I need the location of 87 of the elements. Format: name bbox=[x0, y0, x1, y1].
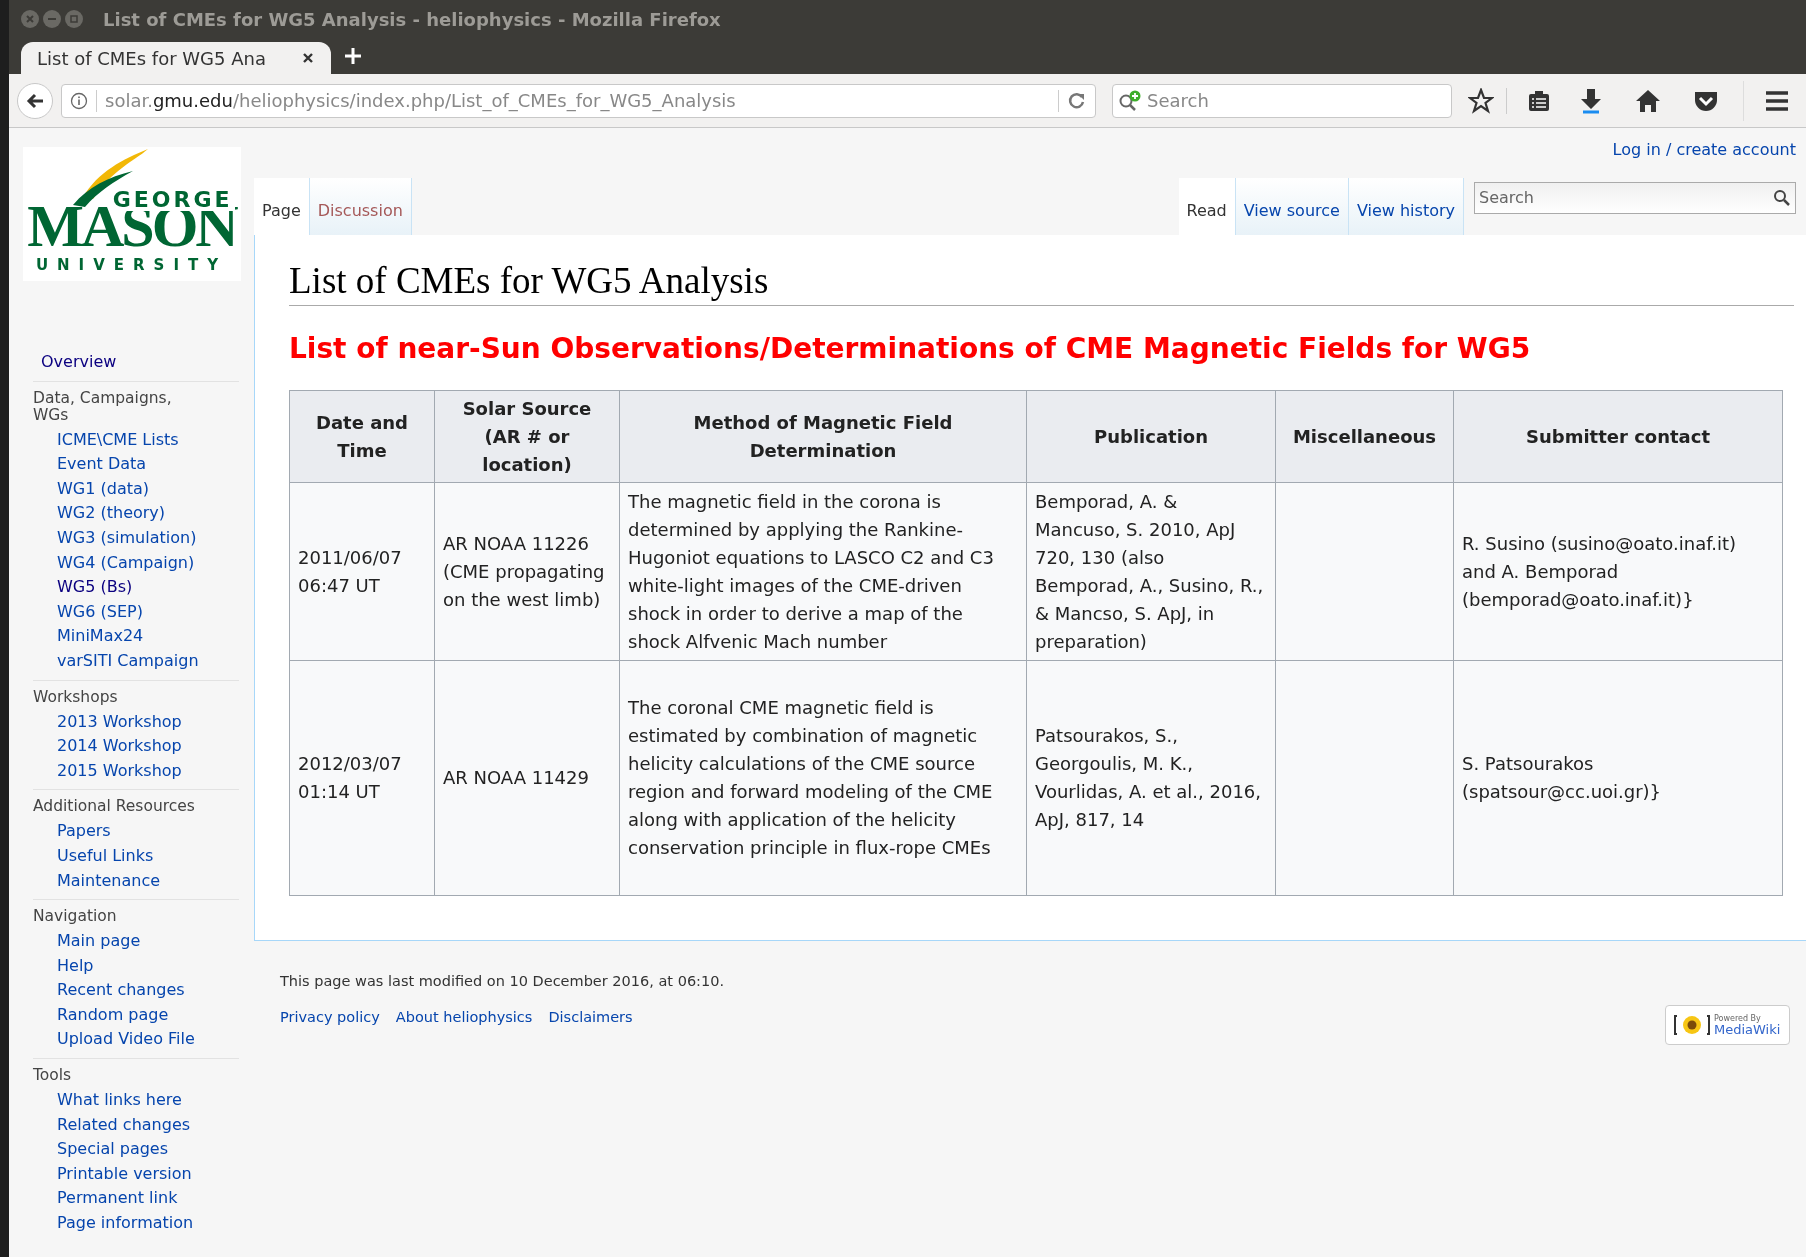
home-icon[interactable] bbox=[1635, 88, 1661, 113]
close-tab-icon[interactable] bbox=[301, 51, 315, 65]
sidebar-link[interactable]: Maintenance bbox=[57, 868, 161, 894]
sidebar-link[interactable]: Page information bbox=[57, 1211, 194, 1236]
browser-tab[interactable]: List of CMEs for WG5 Ana bbox=[21, 42, 331, 74]
last-modified-text: This page was last modified on 10 December 2016, at 06:10. bbox=[280, 972, 725, 991]
column-header: Date and Time bbox=[289, 390, 435, 483]
sidebar-link[interactable]: Papers bbox=[57, 819, 111, 844]
view-tab[interactable]: Read bbox=[1178, 178, 1236, 236]
table-cell: AR NOAA 11429 bbox=[434, 660, 620, 896]
sidebar-link[interactable]: 2014 Workshop bbox=[57, 734, 182, 759]
new-tab-icon[interactable] bbox=[343, 46, 363, 66]
table-cell: Patsourakos, S., Georgoulis, M. K., Vourlidas, A. et al., 2016, ApJ, 817, 14 bbox=[1026, 660, 1276, 896]
search-field[interactable]: Search bbox=[1147, 87, 1447, 114]
footer-link[interactable]: About heliophysics bbox=[395, 1006, 533, 1029]
search-icon[interactable] bbox=[1773, 189, 1791, 207]
sidebar-link[interactable]: WG5 (Bs) bbox=[57, 575, 133, 600]
sidebar-link[interactable]: Useful Links bbox=[57, 843, 154, 869]
column-header: Submitter contact bbox=[1453, 390, 1783, 483]
bookmark-star-icon[interactable] bbox=[1468, 87, 1494, 114]
sidebar-heading: Data, Campaigns, WGs bbox=[33, 389, 173, 424]
address-bar[interactable]: solar.gmu.edu/heliophysics/index.php/List_of_CMEs_for_WG5_Analysis bbox=[61, 83, 1096, 118]
sidebar-link[interactable]: What links here bbox=[57, 1088, 182, 1113]
search-engine-icon[interactable] bbox=[1117, 89, 1143, 112]
sidebar-link[interactable]: varSITI Campaign bbox=[57, 648, 199, 674]
sidebar-link[interactable]: ICME\CME Lists bbox=[57, 427, 179, 453]
page-tab[interactable]: Page bbox=[254, 178, 310, 236]
sidebar-link[interactable]: WG4 (Campaign) bbox=[57, 550, 195, 576]
sidebar-link[interactable]: WG6 (SEP) bbox=[57, 599, 143, 625]
sidebar-link[interactable]: MiniMax24 bbox=[57, 624, 144, 649]
column-header: Miscellaneous bbox=[1275, 390, 1454, 483]
url-text: solar.gmu.edu/heliophysics/index.php/List_of_CMEs_for_WG5_Analysis bbox=[105, 89, 736, 114]
table-cell: AR NOAA 11226 (CME propagating on the west limb) bbox=[434, 482, 620, 661]
section-heading: List of near-Sun Observations/Determinations of CME Magnetic Fields for WG5 bbox=[289, 331, 1532, 368]
sidebar-link[interactable]: Permanent link bbox=[57, 1186, 178, 1212]
page-title: List of CMEs for WG5 Analysis bbox=[289, 259, 1794, 307]
clipboard-icon[interactable] bbox=[1527, 88, 1551, 113]
sidebar-link[interactable]: WG2 (theory) bbox=[57, 501, 166, 526]
sidebar-link[interactable]: Recent changes bbox=[57, 978, 185, 1003]
table-cell: S. Patsourakos (spatsour@cc.uoi.gr)} bbox=[1453, 660, 1783, 896]
sidebar-link[interactable]: 2013 Workshop bbox=[57, 709, 182, 735]
sidebar-link[interactable]: Related changes bbox=[57, 1112, 191, 1138]
logo-wordmark: UNIVERSITY bbox=[35, 258, 228, 273]
wiki-search-box[interactable]: Search bbox=[1474, 182, 1796, 214]
sidebar-heading: Additional Resources bbox=[33, 798, 196, 816]
table-cell: 2012/03/07 01:14 UT bbox=[289, 660, 435, 896]
sidebar-heading: Workshops bbox=[33, 688, 119, 706]
wiki-search-field[interactable]: Search bbox=[1479, 186, 1773, 210]
menu-icon[interactable] bbox=[1764, 89, 1790, 112]
sunflower-icon bbox=[1674, 1013, 1710, 1037]
sidebar-heading: Tools bbox=[33, 1067, 73, 1085]
table-cell: 2011/06/07 06:47 UT bbox=[289, 482, 435, 661]
search-box[interactable]: Search bbox=[1112, 83, 1452, 118]
login-link[interactable]: Log in / create account bbox=[1612, 138, 1796, 162]
info-icon[interactable] bbox=[70, 91, 88, 110]
download-icon[interactable] bbox=[1579, 87, 1603, 114]
footer-link[interactable]: Disclaimers bbox=[548, 1006, 633, 1029]
sidebar-link[interactable]: Event Data bbox=[57, 452, 147, 477]
table-cell: Bemporad, A. & Mancuso, S. 2010, ApJ 720, 130 (also Bemporad, A., Susino, R., & Mancso, S. ApJ, in preparation) bbox=[1026, 482, 1276, 661]
window-title: List of CMEs for WG5 Analysis - heliophysics - Mozilla Firefox bbox=[103, 7, 721, 32]
table-cell: The coronal CME magnetic field is estimated by combination of magnetic helicity calculations of the CME source region and forward modeling of the CME along with application of the helicity conservation principle in flux-rope CMEs bbox=[619, 660, 1027, 896]
sidebar-link[interactable]: WG1 (data) bbox=[57, 476, 149, 502]
sidebar-link[interactable]: Main page bbox=[57, 929, 141, 954]
sidebar-link[interactable]: Random page bbox=[57, 1002, 169, 1028]
sidebar-heading: Navigation bbox=[33, 908, 118, 926]
column-header: Method of Magnetic Field Determination bbox=[619, 390, 1027, 483]
column-header: Solar Source (AR # or location) bbox=[434, 390, 620, 483]
footer-link[interactable]: Privacy policy bbox=[280, 1006, 380, 1029]
back-arrow-icon bbox=[26, 92, 44, 109]
badge-caption: Powered By bbox=[1714, 1014, 1761, 1023]
badge-label: MediaWiki bbox=[1714, 1022, 1781, 1036]
page-tab[interactable]: Discussion bbox=[309, 178, 412, 236]
table-cell: The magnetic field in the corona is determined by applying the Rankine-Hugoniot equations to LASCO C2 and C3 white-light images of the CME-driven shock in order to derive a map of the shock Alfvenic Mach number bbox=[619, 482, 1027, 661]
sidebar-link[interactable]: Upload Video File bbox=[57, 1027, 195, 1053]
sidebar-link[interactable]: 2015 Workshop bbox=[57, 758, 182, 784]
sidebar-link[interactable]: WG3 (simulation) bbox=[57, 525, 197, 551]
sidebar-link[interactable]: Overview bbox=[41, 350, 117, 375]
column-header: Publication bbox=[1026, 390, 1276, 483]
back-button[interactable] bbox=[17, 82, 53, 119]
view-tab[interactable]: View source bbox=[1235, 178, 1349, 236]
sidebar-link[interactable]: Printable version bbox=[57, 1161, 192, 1187]
reload-icon[interactable] bbox=[1067, 90, 1087, 111]
view-tab[interactable]: View history bbox=[1348, 178, 1464, 236]
table-cell: R. Susino (susino@oato.inaf.it) and A. Bemporad (bemporad@oato.inaf.it)} bbox=[1453, 482, 1783, 661]
sidebar-link[interactable]: Help bbox=[57, 953, 94, 979]
sidebar-link[interactable]: Special pages bbox=[57, 1137, 169, 1162]
mediawiki-badge[interactable]: Powered By MediaWiki bbox=[1665, 1005, 1790, 1045]
